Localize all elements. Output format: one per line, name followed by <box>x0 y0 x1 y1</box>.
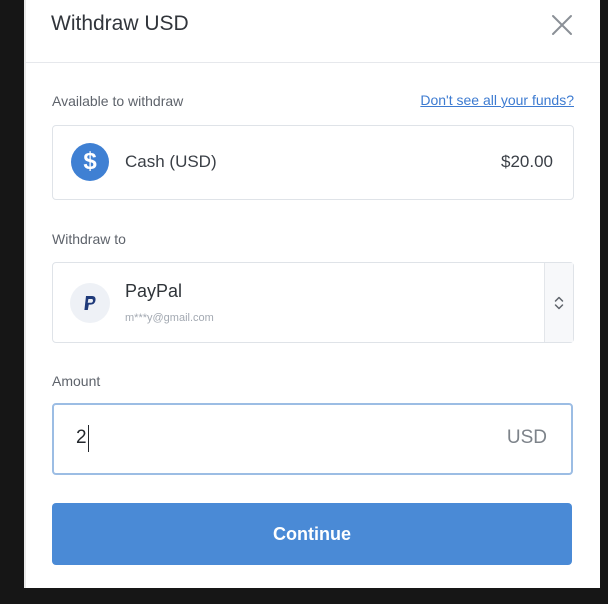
modal-header: Withdraw USD <box>24 0 600 63</box>
available-label: Available to withdraw <box>52 93 184 109</box>
amount-input[interactable]: 2 USD <box>52 403 573 475</box>
modal-title: Withdraw USD <box>51 12 189 35</box>
chevron-up-down-icon[interactable] <box>544 263 573 342</box>
withdraw-method-select[interactable]: PayPal m***y@gmail.com <box>52 262 574 343</box>
withdraw-modal: Withdraw USD Available to withdraw Don't… <box>24 0 600 588</box>
close-icon[interactable] <box>550 13 574 37</box>
text-cursor <box>88 425 89 452</box>
withdraw-to-label: Withdraw to <box>52 231 126 247</box>
method-email: m***y@gmail.com <box>125 312 214 324</box>
account-card: $ Cash (USD) $20.00 <box>52 125 574 200</box>
dollar-coin-icon: $ <box>71 143 109 181</box>
missing-funds-link[interactable]: Don't see all your funds? <box>420 92 574 108</box>
amount-currency: USD <box>506 427 547 448</box>
continue-button[interactable]: Continue <box>52 503 572 565</box>
amount-value[interactable]: 2 <box>76 427 87 449</box>
account-name: Cash (USD) <box>125 152 217 171</box>
amount-label: Amount <box>52 373 101 389</box>
paypal-icon <box>70 283 110 323</box>
account-balance: $20.00 <box>501 152 553 171</box>
modal-left-edge <box>24 0 26 588</box>
method-name: PayPal <box>125 281 183 301</box>
